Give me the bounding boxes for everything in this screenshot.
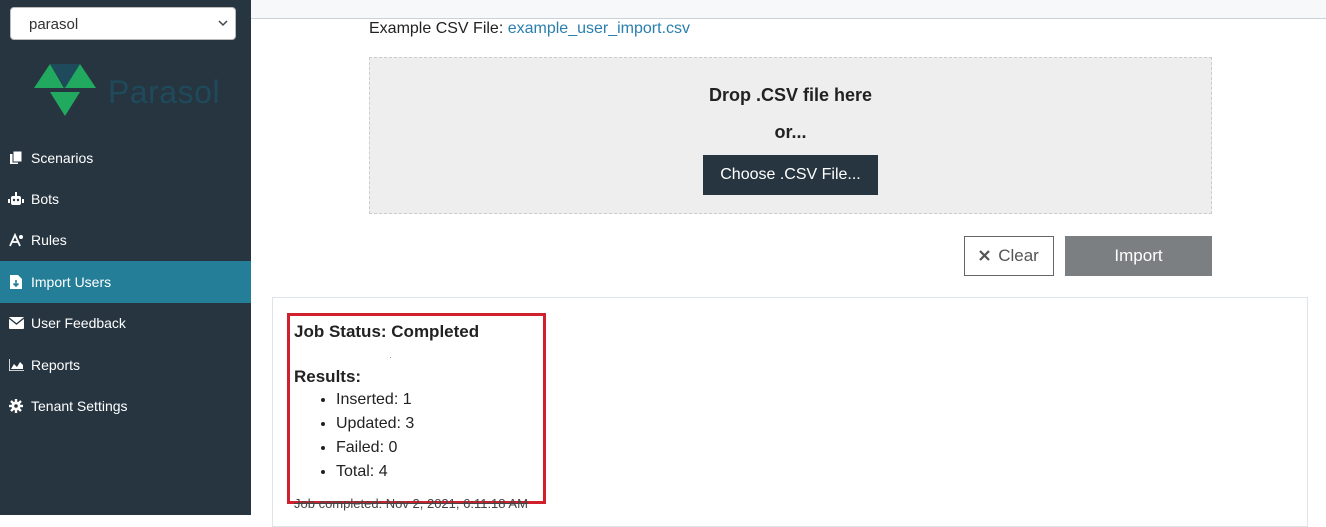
sidebar-item-label: Bots <box>31 191 60 208</box>
envelope-icon <box>8 315 24 331</box>
example-csv-label: Example CSV File: <box>369 20 508 37</box>
sidebar-item-label: Scenarios <box>31 149 94 166</box>
gear-icon <box>8 398 24 414</box>
chevron-down-icon <box>217 16 229 33</box>
rules-icon <box>8 232 24 248</box>
sidebar-item-tenant-settings[interactable]: Tenant Settings <box>0 385 251 426</box>
results-label: Results: <box>294 367 362 386</box>
sidebar-item-label: Tenant Settings <box>31 398 128 415</box>
clear-button-label: Clear <box>998 246 1039 265</box>
list-item: Inserted: 1 <box>336 390 414 414</box>
file-import-icon <box>8 274 24 290</box>
sidebar-item-label: Import Users <box>31 273 112 290</box>
csv-dropzone[interactable]: Drop .CSV file here or... Choose .CSV Fi… <box>369 57 1212 214</box>
close-icon <box>979 246 990 266</box>
dropzone-or: or... <box>774 122 807 142</box>
list-item: Updated: 3 <box>336 414 414 438</box>
tenant-select[interactable]: parasol <box>10 7 236 40</box>
top-bar <box>251 0 1326 19</box>
chart-area-icon <box>8 357 24 373</box>
sidebar-item-reports[interactable]: Reports <box>0 344 251 385</box>
clear-button[interactable]: Clear <box>964 236 1054 276</box>
list-item: Failed: 0 <box>336 438 414 462</box>
import-button[interactable]: Import <box>1065 236 1212 276</box>
sidebar-item-import-users[interactable]: Import Users <box>0 261 251 303</box>
sidebar: parasol Parasol Scenarios Bots Rules Imp… <box>0 0 251 515</box>
sidebar-item-label: User Feedback <box>31 315 126 332</box>
divider-dot <box>390 357 391 358</box>
copy-icon <box>8 150 24 166</box>
sidebar-item-label: Rules <box>31 232 67 249</box>
sidebar-item-scenarios[interactable]: Scenarios <box>0 137 251 178</box>
example-csv-link[interactable]: example_user_import.csv <box>508 20 690 37</box>
job-completed-timestamp: Job completed: Nov 2, 2021, 6:11:18 AM <box>294 496 528 511</box>
logo-text: Parasol <box>108 74 220 110</box>
choose-csv-button[interactable]: Choose .CSV File... <box>703 155 878 195</box>
results-list: Inserted: 1 Updated: 3 Failed: 0 Total: … <box>318 390 414 486</box>
sidebar-item-rules[interactable]: Rules <box>0 220 251 261</box>
sidebar-item-label: Reports <box>31 356 81 373</box>
dropzone-title: Drop .CSV file here <box>708 85 873 105</box>
list-item: Total: 4 <box>336 462 414 486</box>
job-status: Job Status: Completed <box>294 322 480 341</box>
example-csv-row: Example CSV File: example_user_import.cs… <box>369 20 690 38</box>
sidebar-item-bots[interactable]: Bots <box>0 178 251 219</box>
tenant-select-value: parasol <box>29 16 79 33</box>
sidebar-nav: Scenarios Bots Rules Import Users User F… <box>0 137 251 427</box>
sidebar-item-user-feedback[interactable]: User Feedback <box>0 303 251 344</box>
robot-icon <box>8 191 24 207</box>
